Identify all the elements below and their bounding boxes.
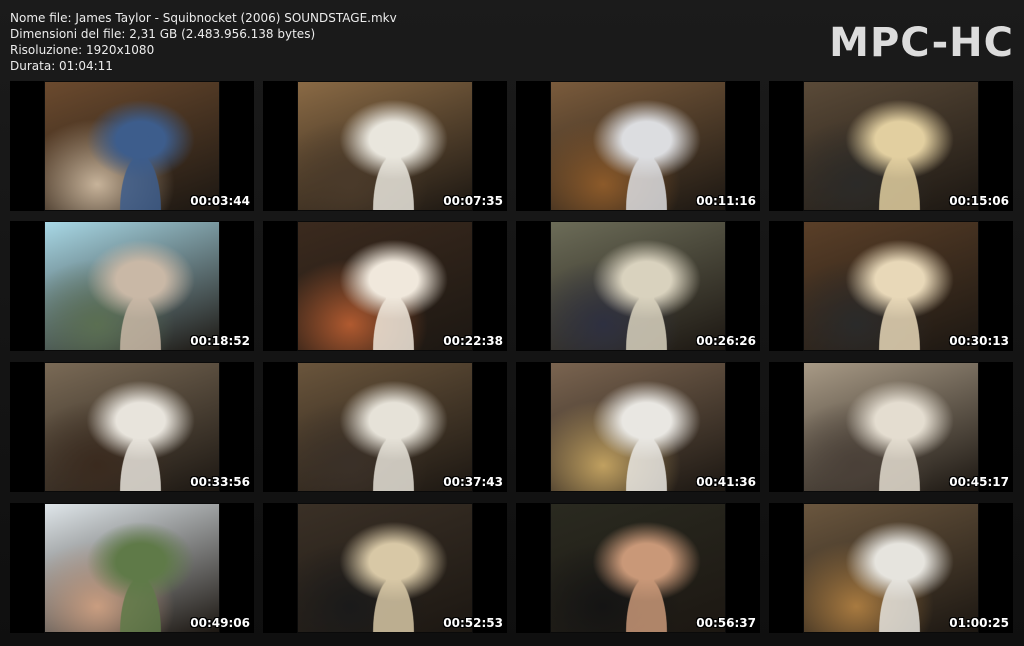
- figure-silhouette: [617, 411, 677, 491]
- figure-silhouette: [111, 270, 171, 350]
- figure-silhouette: [870, 130, 930, 210]
- figure-silhouette: [111, 130, 171, 210]
- video-frame: [803, 81, 979, 211]
- thumbnail: 00:52:53: [263, 503, 507, 633]
- video-frame: [44, 503, 220, 633]
- video-frame: [297, 503, 473, 633]
- timestamp: 00:56:37: [696, 616, 756, 630]
- timestamp: 00:18:52: [190, 334, 250, 348]
- timestamp: 01:00:25: [949, 616, 1009, 630]
- video-frame: [550, 221, 726, 351]
- thumbnail: 00:07:35: [263, 81, 507, 211]
- video-frame: [44, 362, 220, 492]
- timestamp: 00:49:06: [190, 616, 250, 630]
- figure-silhouette: [870, 270, 930, 350]
- figure-silhouette: [617, 130, 677, 210]
- timestamp: 00:41:36: [696, 475, 756, 489]
- thumbnail: 01:00:25: [769, 503, 1013, 633]
- timestamp: 00:37:43: [443, 475, 503, 489]
- timestamp: 00:11:16: [696, 194, 756, 208]
- timestamp: 00:26:26: [696, 334, 756, 348]
- video-frame: [550, 362, 726, 492]
- thumbnail: 00:26:26: [516, 221, 760, 351]
- timestamp: 00:30:13: [949, 334, 1009, 348]
- video-frame: [297, 81, 473, 211]
- video-frame: [550, 503, 726, 633]
- figure-silhouette: [111, 411, 171, 491]
- video-frame: [297, 362, 473, 492]
- video-frame: [550, 81, 726, 211]
- timestamp: 00:22:38: [443, 334, 503, 348]
- video-frame: [803, 362, 979, 492]
- timestamp: 00:33:56: [190, 475, 250, 489]
- figure-silhouette: [870, 411, 930, 491]
- video-frame: [803, 503, 979, 633]
- thumbnail: 00:45:17: [769, 362, 1013, 492]
- figure-silhouette: [870, 552, 930, 632]
- thumbnail: 00:15:06: [769, 81, 1013, 211]
- timestamp: 00:07:35: [443, 194, 503, 208]
- video-frame: [803, 221, 979, 351]
- figure-silhouette: [364, 411, 424, 491]
- figure-silhouette: [617, 552, 677, 632]
- thumbnail: 00:18:52: [10, 221, 254, 351]
- thumbnail: 00:49:06: [10, 503, 254, 633]
- figure-silhouette: [617, 270, 677, 350]
- thumbnail: 00:30:13: [769, 221, 1013, 351]
- video-frame: [44, 81, 220, 211]
- figure-silhouette: [364, 552, 424, 632]
- figure-silhouette: [111, 552, 171, 632]
- thumbnail: 00:03:44: [10, 81, 254, 211]
- thumbnail: 00:41:36: [516, 362, 760, 492]
- thumbnail: 00:33:56: [10, 362, 254, 492]
- video-frame: [44, 221, 220, 351]
- figure-silhouette: [364, 130, 424, 210]
- timestamp: 00:52:53: [443, 616, 503, 630]
- thumbnail: 00:37:43: [263, 362, 507, 492]
- thumbnail-grid: 00:03:44 00:07:35 00:11:16 00:15:06 00:18:52…: [0, 0, 1024, 646]
- figure-silhouette: [364, 270, 424, 350]
- thumbnail: 00:11:16: [516, 81, 760, 211]
- timestamp: 00:03:44: [190, 194, 250, 208]
- timestamp: 00:45:17: [949, 475, 1009, 489]
- video-frame: [297, 221, 473, 351]
- thumbnail: 00:22:38: [263, 221, 507, 351]
- thumbnail: 00:56:37: [516, 503, 760, 633]
- timestamp: 00:15:06: [949, 194, 1009, 208]
